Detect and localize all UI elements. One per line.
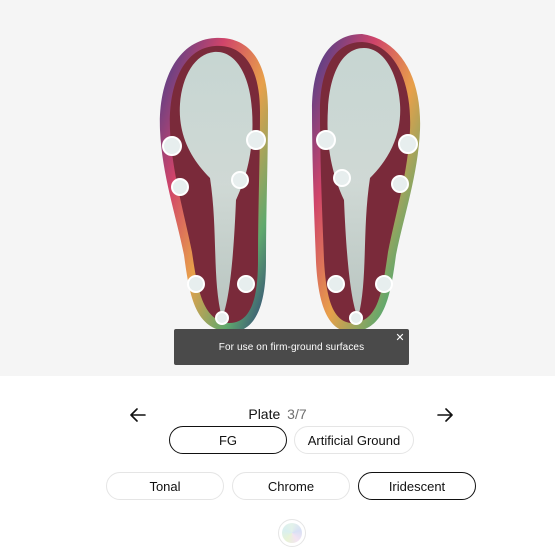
step-navigation: Plate 3/7 [0,402,555,428]
plate-option-fg[interactable]: FG [169,426,287,454]
close-icon[interactable]: ✕ [393,331,407,345]
iridescent-swatch-icon [282,523,302,543]
info-tooltip: For use on firm-ground surfaces ✕ [174,329,409,365]
step-title: Plate 3/7 [0,406,555,422]
left-sole [159,37,268,333]
finish-option-chrome[interactable]: Chrome [232,472,350,500]
tooltip-text: For use on firm-ground surfaces [218,341,365,353]
finish-option-iridescent[interactable]: Iridescent [358,472,476,500]
next-step-button[interactable] [434,404,456,426]
step-name: Plate [248,406,281,422]
color-swatch[interactable] [278,519,306,547]
plate-option-artificial-ground[interactable]: Artificial Ground [294,426,414,454]
product-viewer[interactable]: For use on firm-ground surfaces ✕ [0,0,555,376]
finish-option-tonal[interactable]: Tonal [106,472,224,500]
right-sole [312,34,421,333]
arrow-right-icon [437,408,453,422]
step-count: 3/7 [287,406,307,422]
shoe-soles-image [159,34,421,333]
